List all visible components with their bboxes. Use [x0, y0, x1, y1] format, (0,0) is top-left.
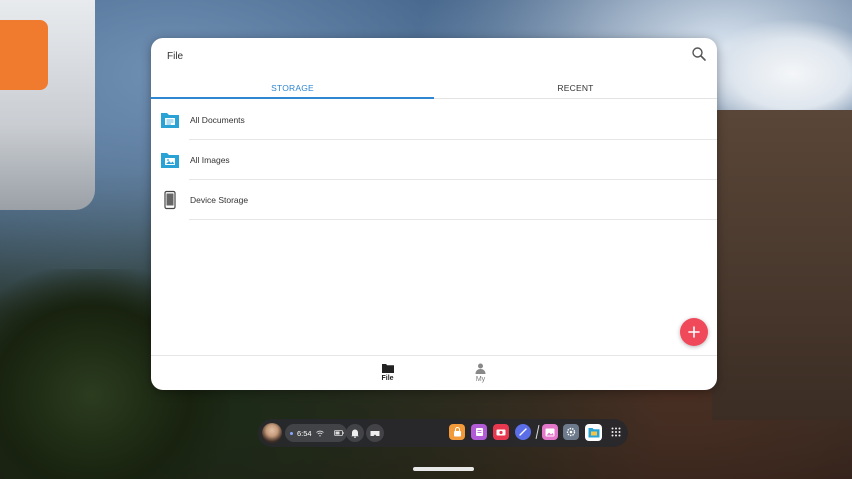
nav-label: File	[381, 375, 394, 382]
tab-recent[interactable]: RECENT	[434, 78, 717, 98]
list-item-label: Device Storage	[190, 195, 249, 205]
list-item-label: All Images	[190, 155, 230, 165]
person-icon	[475, 363, 486, 374]
app-title: File	[167, 51, 184, 62]
wifi-icon	[315, 430, 324, 436]
taskbar: 6:54	[258, 419, 628, 447]
phone-icon	[164, 190, 176, 210]
lock-app-icon[interactable]	[449, 424, 465, 440]
notification-bell-icon	[351, 429, 359, 438]
search-icon	[692, 47, 706, 61]
plus-icon	[688, 326, 700, 338]
camera-app-icon[interactable]	[493, 424, 509, 440]
list-item-device-storage[interactable]: Device Storage	[151, 180, 717, 220]
app-grid-icon	[611, 427, 621, 437]
status-pill[interactable]: 6:54	[285, 424, 347, 442]
background-tower-panel	[0, 20, 48, 90]
notifications-button[interactable]	[346, 424, 364, 442]
list-item-all-images[interactable]: All Images	[151, 140, 717, 180]
list-item-all-documents[interactable]: All Documents	[151, 100, 717, 140]
home-indicator[interactable]	[413, 467, 474, 471]
status-dot	[290, 431, 293, 435]
clock: 6:54	[297, 428, 312, 438]
storage-list: All Documents All Images Device Storage	[151, 100, 717, 220]
browser-app-icon[interactable]	[515, 424, 531, 440]
battery-icon	[333, 430, 344, 436]
add-button[interactable]	[680, 318, 708, 346]
vr-headset-button[interactable]	[366, 424, 384, 442]
settings-app-icon[interactable]	[563, 424, 579, 440]
storage-tabs: STORAGE RECENT	[151, 78, 717, 99]
avatar[interactable]	[262, 423, 282, 443]
background-wall	[712, 110, 852, 420]
nav-my[interactable]: My	[464, 356, 497, 390]
tab-storage[interactable]: STORAGE	[151, 78, 434, 99]
notes-app-icon[interactable]	[471, 424, 487, 440]
bottom-navigation: File My	[151, 355, 717, 390]
documents-folder-icon	[161, 113, 179, 128]
folder-icon	[381, 364, 394, 373]
app-grid-button[interactable]	[608, 424, 624, 440]
nav-label: My	[475, 376, 486, 383]
images-folder-icon	[161, 153, 179, 168]
search-button[interactable]	[691, 46, 707, 62]
gallery-app-icon[interactable]	[542, 424, 558, 440]
vr-headset-icon	[370, 430, 380, 436]
file-manager-window: File STORAGE RECENT All Documents All Im…	[151, 38, 717, 390]
file-manager-app-icon[interactable]	[585, 424, 602, 441]
background-cloud	[702, 20, 852, 110]
nav-file[interactable]: File	[371, 356, 404, 390]
list-item-label: All Documents	[190, 115, 245, 125]
